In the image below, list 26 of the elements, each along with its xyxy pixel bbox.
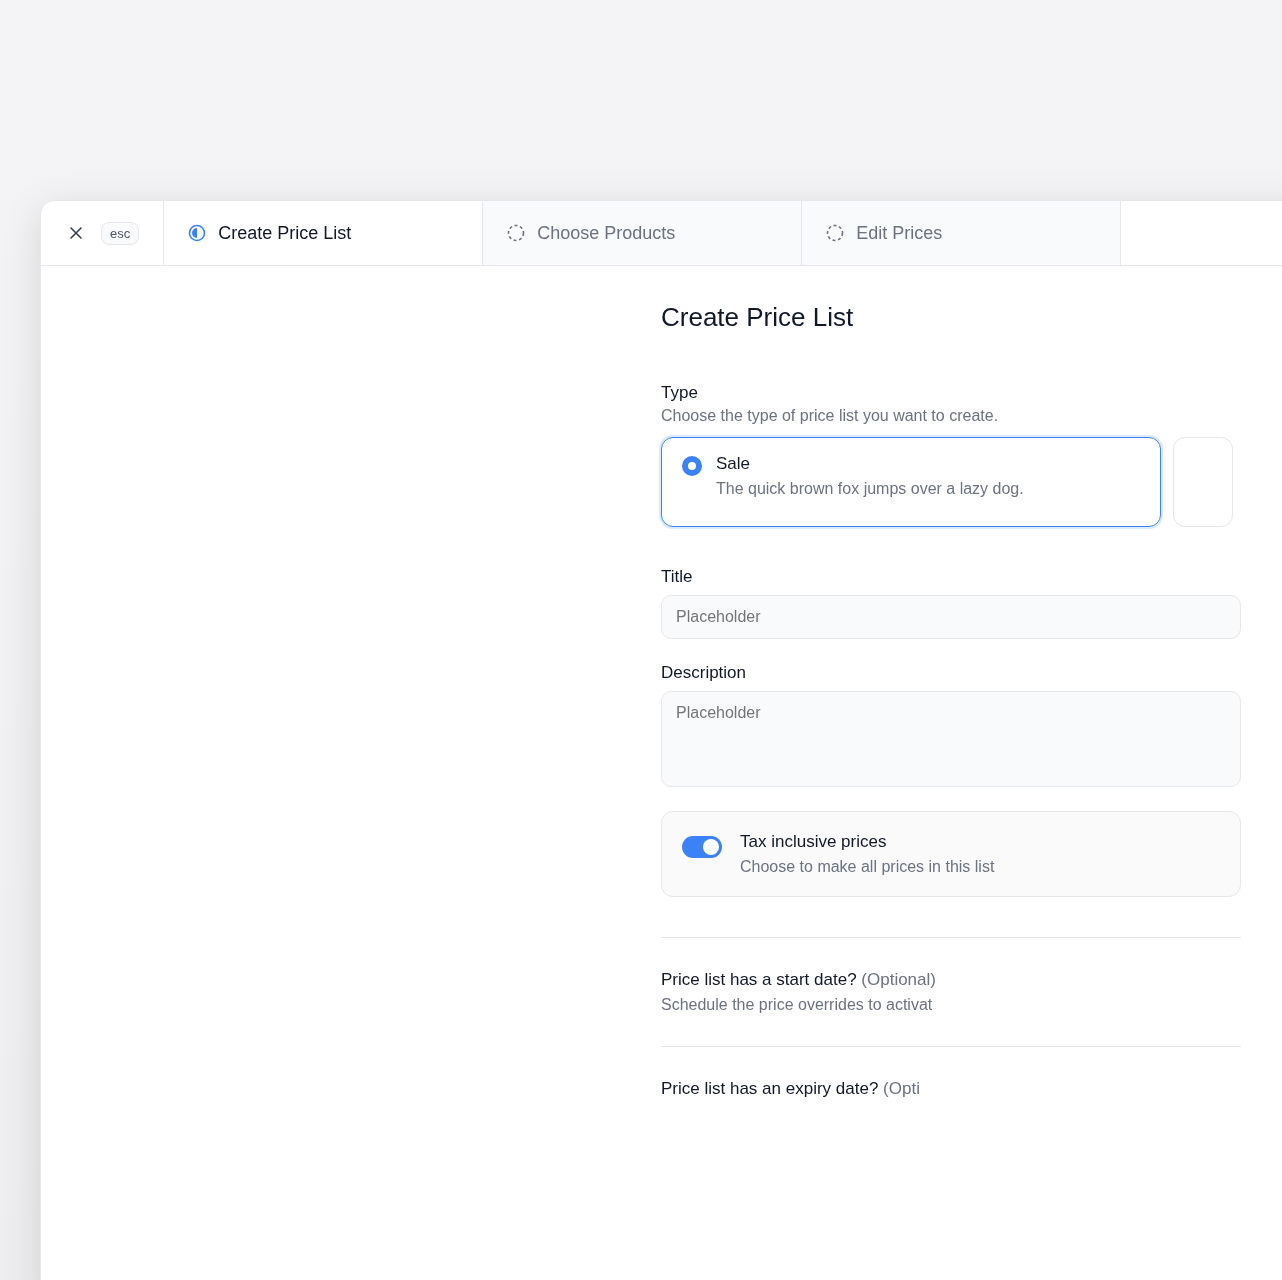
section-description: Schedule the price overrides to activat <box>661 996 934 1014</box>
dashed-circle-icon <box>826 224 845 242</box>
dashed-circle-icon <box>507 224 526 242</box>
field-label: Title <box>661 567 694 587</box>
radio-button[interactable] <box>682 456 702 476</box>
form-title: Create Price List <box>661 302 855 333</box>
section-label: Price list has an expiry date? <box>661 1079 879 1098</box>
tax-description: Choose to make all prices in this list <box>740 858 995 876</box>
description-field[interactable]: Placeholder <box>661 691 1241 787</box>
option-description: The quick brown fox jumps over a lazy dog. <box>716 480 1024 498</box>
toggle-switch[interactable] <box>682 836 722 858</box>
optional-tag: (Opti <box>883 1079 920 1098</box>
type-label: Type <box>661 383 699 403</box>
step-tab[interactable]: Create Price List <box>164 201 484 265</box>
tax-label: Tax inclusive prices <box>740 832 888 852</box>
title-field[interactable]: Placeholder <box>661 595 1241 639</box>
esc-key-badge: esc <box>101 221 140 245</box>
type-hint: Choose the type of price list you want to create. <box>661 407 1000 425</box>
section-label: Price list has a start date? <box>661 970 857 989</box>
optional-tag: (Optional) <box>861 970 936 989</box>
option-label: Sale <box>716 454 752 474</box>
field-label: Description <box>661 663 748 683</box>
step-tab[interactable]: Choose Products <box>483 201 803 265</box>
step-tab[interactable]: Edit Prices <box>802 201 1122 265</box>
type-option-card[interactable]: Sale The quick brown fox jumps over a lazy dog. <box>661 437 1161 527</box>
half-circle-icon <box>188 224 207 242</box>
